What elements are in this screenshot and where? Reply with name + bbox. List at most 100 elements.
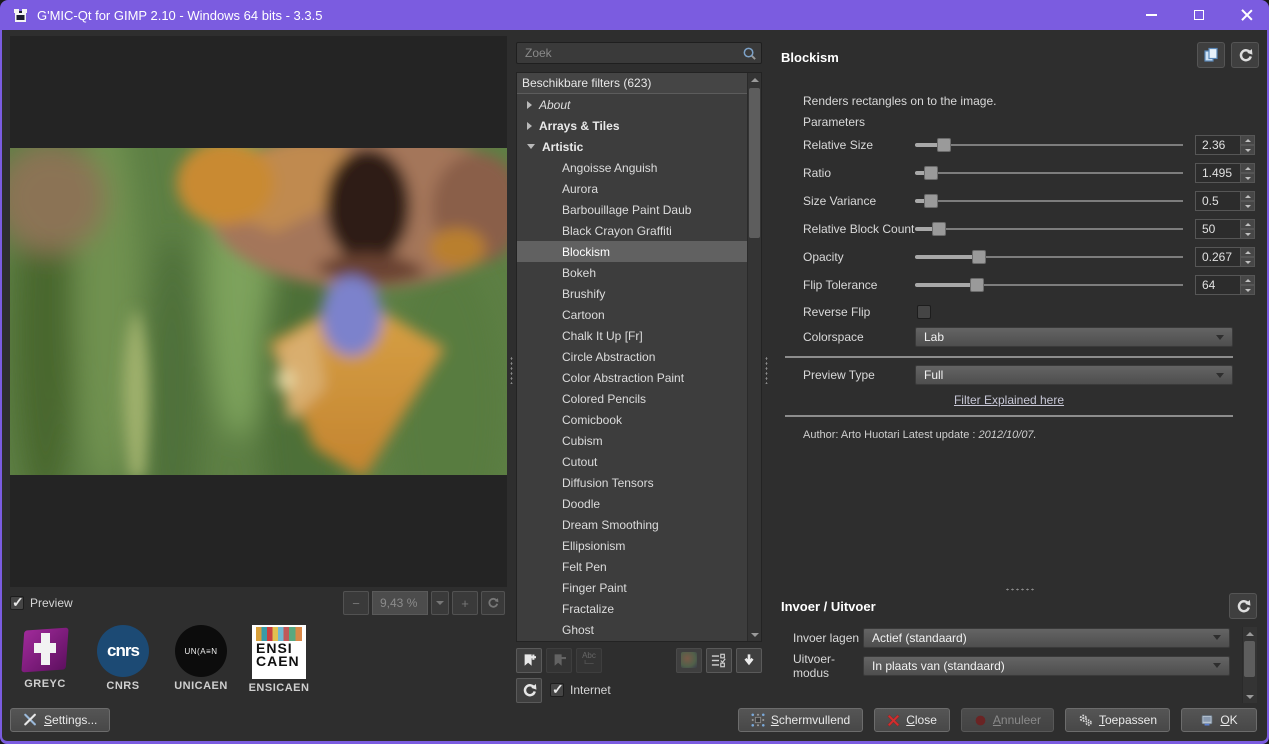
filter-item[interactable]: Chalk It Up [Fr] [517, 325, 747, 346]
ensicaen-logo[interactable]: ENSI CAEN ENSICAEN [248, 625, 310, 694]
internet-checkbox[interactable] [550, 681, 564, 698]
size-variance-slider[interactable] [915, 194, 1183, 208]
minimize-button[interactable] [1131, 1, 1171, 29]
internet-toggle[interactable]: Internet [550, 681, 611, 698]
spin-up-button[interactable] [1240, 219, 1255, 229]
reset-parameters-button[interactable] [1231, 42, 1259, 68]
rename-fave-button[interactable]: Abc ᴵ⎯⎯ [576, 647, 602, 673]
spin-up-button[interactable] [1240, 191, 1255, 201]
filter-item[interactable]: Felt Pen [517, 556, 747, 577]
zoom-out-button[interactable]: − [343, 591, 369, 616]
relative-block-count-slider[interactable] [915, 222, 1183, 236]
unicaen-logo[interactable]: UN(A≡N UNICAEN [170, 625, 232, 692]
spin-down-button[interactable] [1240, 257, 1255, 267]
spin-down-button[interactable] [1240, 285, 1255, 295]
filter-item[interactable]: Aurora [517, 178, 747, 199]
maximize-button[interactable] [1179, 1, 1219, 29]
scrollbar-thumb[interactable] [1244, 641, 1255, 677]
scroll-down-button[interactable] [1243, 690, 1257, 703]
ratio-slider[interactable] [915, 166, 1183, 180]
spin-up-button[interactable] [1240, 275, 1255, 285]
slider-handle[interactable] [932, 222, 947, 236]
filter-item[interactable]: Ghost [517, 619, 747, 640]
apply-button[interactable]: Toepassen [1064, 708, 1170, 732]
zoom-value-field[interactable]: 9,43 % [372, 591, 428, 616]
filter-item[interactable]: Brushify [517, 283, 747, 304]
zoom-reset-button[interactable] [481, 591, 505, 616]
filter-item[interactable]: Fractalize [517, 598, 747, 619]
colorspace-dropdown[interactable]: Lab [915, 327, 1233, 347]
greyc-logo[interactable]: GREYC [14, 625, 76, 690]
cancel-button[interactable]: Annuleer [960, 708, 1054, 732]
filter-item[interactable]: Dream Smoothing [517, 514, 747, 535]
reverse-flip-checkbox[interactable] [917, 304, 931, 319]
preview-checkbox[interactable] [10, 594, 24, 611]
refresh-filters-button[interactable] [516, 677, 542, 703]
spin-up-button[interactable] [1240, 135, 1255, 145]
ok-button[interactable]: OK [1181, 708, 1257, 732]
scroll-up-button[interactable] [1243, 627, 1257, 640]
add-fave-button[interactable] [516, 647, 542, 673]
slider-handle[interactable] [924, 166, 939, 180]
filter-item[interactable]: Diffusion Tensors [517, 472, 747, 493]
spin-down-button[interactable] [1240, 145, 1255, 155]
left-splitter[interactable] [507, 36, 516, 703]
category-about[interactable]: About [517, 94, 747, 115]
copy-settings-button[interactable] [1197, 42, 1225, 68]
spin-down-button[interactable] [1240, 173, 1255, 183]
slider-handle[interactable] [972, 250, 987, 264]
category-artistic[interactable]: Artistic [517, 136, 747, 157]
size-variance-spinbox[interactable]: 0.5 [1195, 191, 1255, 211]
cnrs-logo[interactable]: cnrs CNRS [92, 625, 154, 692]
filter-item[interactable]: Color Abstraction Paint [517, 367, 747, 388]
filter-item[interactable]: Cutout [517, 451, 747, 472]
preview-toggle[interactable]: Preview [10, 594, 73, 611]
filter-item-selected[interactable]: Blockism [517, 241, 747, 262]
filter-item[interactable]: Cubism [517, 430, 747, 451]
spin-up-button[interactable] [1240, 247, 1255, 257]
filter-item[interactable]: Comicbook [517, 409, 747, 430]
filter-item[interactable]: Colored Pencils [517, 388, 747, 409]
slider-handle[interactable] [937, 138, 952, 152]
io-splitter[interactable] [781, 586, 1259, 593]
scroll-down-button[interactable] [748, 628, 762, 641]
filter-item[interactable]: Barbouillage Paint Daub [517, 199, 747, 220]
filter-params-button[interactable] [706, 647, 732, 673]
io-reset-button[interactable] [1229, 593, 1257, 619]
opacity-slider[interactable] [915, 250, 1183, 264]
filter-item[interactable]: Cartoon [517, 304, 747, 325]
io-scrollbar[interactable] [1242, 627, 1257, 703]
close-window-button[interactable]: Close [874, 708, 950, 732]
filter-list-scrollbar[interactable] [747, 73, 761, 641]
settings-button[interactable]: Settings... [10, 708, 111, 732]
spin-up-button[interactable] [1240, 163, 1255, 173]
filter-item[interactable]: Finger Paint [517, 577, 747, 598]
slider-handle[interactable] [969, 278, 984, 292]
fullscreen-button[interactable]: Schermvullend [737, 708, 864, 732]
right-splitter[interactable] [762, 36, 771, 703]
flip-tolerance-slider[interactable] [915, 278, 1183, 292]
filter-item[interactable]: Ellipsionism [517, 535, 747, 556]
input-layers-dropdown[interactable]: Actief (standaard) [863, 627, 1230, 648]
output-mode-dropdown[interactable]: In plaats van (standaard) [863, 655, 1230, 676]
scrollbar-track[interactable] [1243, 640, 1257, 690]
filter-explained-link[interactable]: Filter Explained here [954, 393, 1064, 407]
spin-down-button[interactable] [1240, 229, 1255, 239]
close-button[interactable] [1227, 1, 1267, 29]
relative-size-spinbox[interactable]: 2.36 [1195, 135, 1255, 155]
spin-down-button[interactable] [1240, 201, 1255, 211]
ratio-spinbox[interactable]: 1.495 [1195, 163, 1255, 183]
slider-handle[interactable] [924, 194, 939, 208]
scrollbar-track[interactable] [748, 86, 761, 628]
zoom-in-button[interactable]: + [452, 591, 478, 616]
filter-item[interactable]: Bokeh [517, 262, 747, 283]
remove-fave-button[interactable] [546, 647, 572, 673]
filter-item[interactable]: Circle Abstraction [517, 346, 747, 367]
preview-type-dropdown[interactable]: Full [915, 365, 1233, 385]
category-arrays-tiles[interactable]: Arrays & Tiles [517, 115, 747, 136]
filter-item[interactable]: Doodle [517, 493, 747, 514]
search-box[interactable] [516, 42, 762, 64]
zoom-dropdown-button[interactable] [431, 591, 449, 616]
flip-tolerance-spinbox[interactable]: 64 [1195, 275, 1255, 295]
filter-item[interactable]: Black Crayon Graffiti [517, 220, 747, 241]
